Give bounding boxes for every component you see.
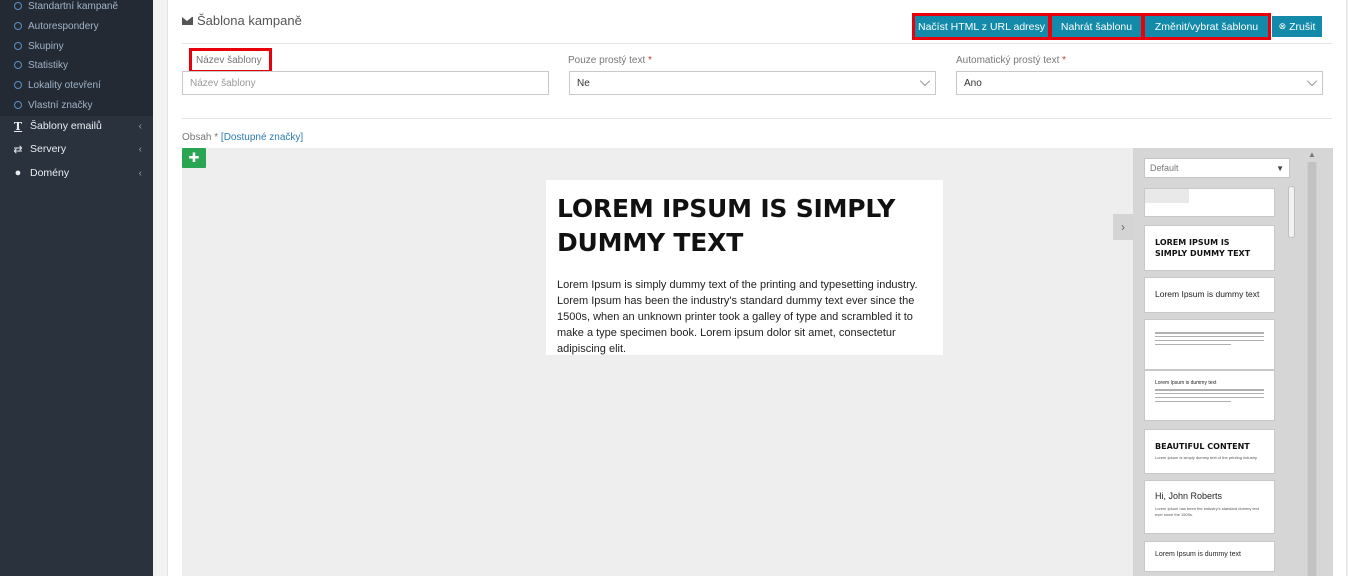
block-greeting-sub: Lorem Ipsum has been the industry's stan… (1155, 506, 1259, 517)
block-thumb-text-small[interactable]: Lorem Ipsum is dummy text (1144, 541, 1275, 572)
block-greeting-text: Hi, John Roberts (1155, 491, 1223, 501)
sidebar-item-label: Skupiny (28, 40, 64, 52)
circle-icon (14, 42, 22, 50)
chevron-right-icon: › (1121, 220, 1125, 234)
page-title-text: Šablona kampaně (197, 13, 302, 28)
load-html-url-button[interactable]: Načíst HTML z URL adresy (912, 13, 1051, 40)
main-area: Šablona kampaně Načíst HTML z URL adresy… (153, 0, 1348, 576)
circle-icon (14, 2, 22, 10)
paragraph-lines (1155, 389, 1264, 403)
auto-plain-value: Ano (964, 77, 982, 89)
template-panel: Šablona kampaně Načíst HTML z URL adresy… (167, 0, 1347, 576)
sidebar-item-label: Lokality otevření (28, 79, 101, 91)
chevron-left-icon: ‹ (138, 167, 142, 179)
block-beautiful-text: BEAUTIFUL CONTENT (1155, 442, 1250, 451)
sidebar-item-autoresponders[interactable]: Autorespondery (14, 16, 99, 36)
change-template-button[interactable]: Změnit/vybrat šablonu (1142, 13, 1271, 40)
sidebar-item-standard-campaigns[interactable]: Standartní kampaně (14, 0, 118, 16)
sidebar-item-servers[interactable]: ⇄ Servery ‹ (12, 138, 142, 160)
template-name-input[interactable]: Název šablony (182, 71, 549, 95)
block-beautiful-sub: Lorem Ipsum is simply dummy text of the … (1155, 455, 1258, 460)
content-label: Obsah * [Dostupné značky] (182, 132, 303, 143)
block-thumb-title-paragraph[interactable]: Lorem Ipsum is dummy text (1144, 370, 1275, 421)
panel-scrollbar[interactable] (1307, 162, 1317, 576)
chevron-down-icon (1306, 75, 1318, 87)
email-heading[interactable]: LOREM IPSUM IS SIMPLY DUMMY TEXT (557, 192, 932, 260)
cancel-button-label: Zrušit (1289, 20, 1316, 33)
circle-icon (14, 61, 22, 69)
sidebar-item-label: Vlastní značky (28, 99, 93, 111)
content-editor[interactable]: ✚ LOREM IPSUM IS SIMPLY DUMMY TEXT Lorem… (182, 148, 1333, 576)
globe-icon: ● (14, 167, 22, 179)
available-tags-link[interactable]: [Dostupné značky] (221, 132, 303, 143)
content-label-text: Obsah * (182, 132, 219, 143)
block-small-title-text: Lorem Ipsum is dummy text (1155, 380, 1217, 386)
circle-icon (14, 101, 22, 109)
sidebar-item-label: Statistiky (28, 59, 69, 71)
sidebar-item-label: Standartní kampaně (28, 0, 119, 12)
block-thumb-blank[interactable] (1144, 188, 1275, 217)
block-thumb-text[interactable]: Lorem Ipsum is dummy text (1144, 277, 1275, 313)
template-name-label: Název šablony (189, 48, 272, 73)
sidebar-item-label: Domény (30, 167, 70, 179)
sidebar-item-label: Autorespondery (28, 20, 99, 32)
chevron-left-icon: ‹ (138, 143, 142, 155)
sidebar-item-label: Servery (30, 143, 67, 155)
block-style-value: Default (1150, 163, 1179, 173)
form-divider (182, 118, 1332, 119)
envelope-icon (182, 16, 193, 25)
add-block-button[interactable]: ✚ (182, 148, 206, 168)
blocks-panel: Default ▼ ▲ LOREM IPSUM IS SIMPLY DUMMY … (1133, 148, 1333, 576)
email-body-text[interactable]: Lorem Ipsum is simply dummy text of the … (557, 277, 932, 357)
auto-plain-text-label: Automatický prostý text * (956, 55, 1066, 66)
block-thumb-greeting[interactable]: Hi, John Roberts Lorem Ipsum has been th… (1144, 480, 1275, 534)
auto-plain-text-select[interactable]: Ano (956, 71, 1323, 95)
block-last-text: Lorem Ipsum is dummy text (1155, 551, 1241, 558)
sidebar-item-custom-tags[interactable]: Vlastní značky (14, 95, 92, 115)
cancel-button[interactable]: ⊗ Zrušit (1272, 16, 1322, 37)
block-heading-text: LOREM IPSUM IS SIMPLY DUMMY TEXT (1155, 238, 1251, 258)
block-style-select[interactable]: Default ▼ (1144, 158, 1290, 178)
move-plus-icon: ✚ (188, 150, 200, 165)
sidebar-item-groups[interactable]: Skupiny (14, 36, 64, 56)
sidebar-item-statistics[interactable]: Statistiky (14, 55, 68, 75)
chevron-left-icon: ‹ (138, 120, 142, 132)
email-content-card[interactable]: LOREM IPSUM IS SIMPLY DUMMY TEXT Lorem I… (546, 180, 943, 355)
plain-text-value: Ne (577, 77, 590, 89)
scroll-up-icon[interactable]: ▲ (1307, 150, 1317, 162)
plain-text-label: Pouze prostý text * (568, 55, 652, 66)
blank-block-bar (1145, 189, 1189, 203)
paragraph-lines (1155, 332, 1264, 346)
sidebar: Standartní kampaně Autorespondery Skupin… (0, 0, 153, 576)
text-icon: T (13, 119, 23, 133)
caret-down-icon: ▼ (1276, 164, 1284, 173)
required-mark: * (648, 55, 652, 66)
block-thumb-beautiful-content[interactable]: BEAUTIFUL CONTENT Lorem Ipsum is simply … (1144, 429, 1275, 474)
upload-template-button[interactable]: Nahrát šablonu (1049, 13, 1144, 40)
sidebar-item-domains[interactable]: ● Domény ‹ (12, 162, 142, 184)
block-text-text: Lorem Ipsum is dummy text (1155, 289, 1260, 299)
plain-text-select[interactable]: Ne (569, 71, 936, 95)
campaign-submenu: Standartní kampaně Autorespondery Skupin… (0, 0, 153, 116)
panel-scrollbar-thumb[interactable] (1308, 162, 1316, 576)
collapse-panel-button[interactable]: › (1113, 214, 1133, 240)
block-thumb-heading[interactable]: LOREM IPSUM IS SIMPLY DUMMY TEXT (1144, 225, 1275, 271)
sidebar-item-label: Šablony emailů (30, 120, 102, 132)
header-divider (182, 43, 1332, 44)
block-thumb-paragraph[interactable] (1144, 319, 1275, 370)
required-mark: * (1062, 55, 1067, 66)
blocks-scrollbar-thumb[interactable] (1288, 186, 1295, 238)
auto-plain-label-text: Automatický prostý text (956, 55, 1060, 66)
sidebar-item-email-templates[interactable]: T Šablony emailů ‹ (12, 115, 142, 137)
plain-text-label-text: Pouze prostý text (568, 55, 646, 66)
page-title: Šablona kampaně (182, 13, 302, 28)
exchange-icon: ⇄ (13, 143, 23, 156)
sidebar-item-open-locations[interactable]: Lokality otevření (14, 75, 101, 95)
cancel-icon: ⊗ (1278, 21, 1287, 31)
circle-icon (14, 22, 22, 30)
circle-icon (14, 81, 22, 89)
chevron-down-icon (919, 75, 931, 87)
